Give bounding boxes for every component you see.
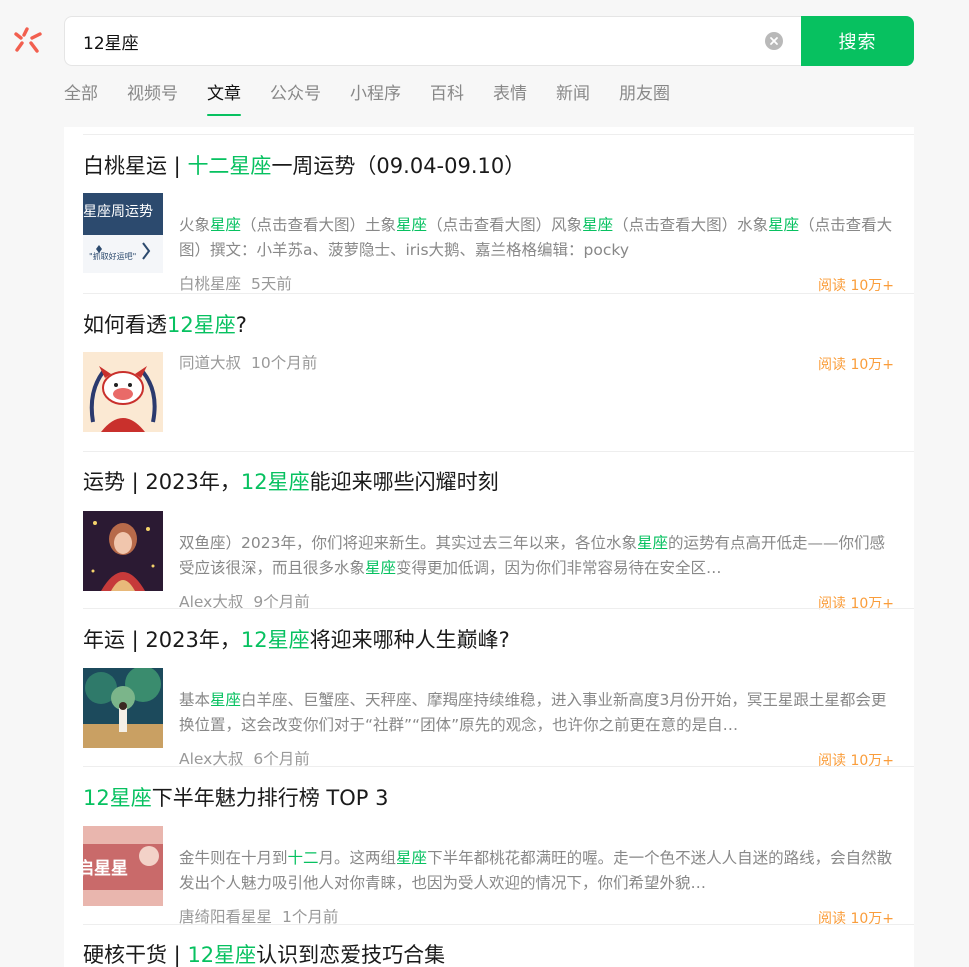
search-box: [64, 16, 801, 66]
result-item[interactable]: 运势 | 2023年，12星座能迎来哪些闪耀时刻 双鱼座）2023年，你们将迎来…: [83, 467, 894, 612]
thumbnail-subtext: "抓取好运吧": [89, 252, 137, 261]
result-item[interactable]: 硬核干货 | 12星座认识到恋爱技巧合集: [83, 940, 894, 967]
category-tabs: 全部 视频号 文章 公众号 小程序 百科 表情 新闻 朋友圈: [64, 82, 699, 118]
result-title[interactable]: 如何看透12星座?: [83, 310, 894, 340]
text-segment: 将迎来哪种人生巅峰?: [309, 628, 510, 652]
result-source[interactable]: 白桃星座: [179, 275, 241, 293]
tab-channels[interactable]: 视频号: [127, 82, 178, 116]
highlight-text: 星座: [396, 849, 428, 867]
highlight-text: 12星座: [187, 943, 257, 967]
result-item[interactable]: 12星座下半年魅力排行榜 TOP 3 启星星 金牛则在十月到十二月。这两组星座下…: [83, 783, 894, 927]
result-title[interactable]: 白桃星运 | 十二星座一周运势（09.04-09.10）: [83, 151, 894, 181]
divider: [83, 766, 914, 767]
divider: [83, 924, 914, 925]
divider: [83, 451, 914, 452]
text-segment: （点击查看大图）土象: [241, 216, 397, 234]
highlight-text: 星座: [210, 691, 242, 709]
thumbnail-text: 星座周运势: [83, 204, 153, 220]
result-title[interactable]: 12星座下半年魅力排行榜 TOP 3: [83, 783, 894, 813]
clear-search-icon[interactable]: [765, 32, 783, 50]
result-meta: 白桃星座 5天前: [179, 273, 302, 295]
highlight-text: 星座: [582, 216, 614, 234]
tab-all[interactable]: 全部: [64, 82, 98, 116]
text-segment: 白羊座、巨蟹座、天秤座、摩羯座持续维稳，进入事业新高度3月份开始，冥王星跟土星都…: [179, 691, 887, 734]
highlight-text: 星座: [768, 216, 800, 234]
result-source[interactable]: 同道大叔: [179, 354, 241, 372]
text-segment: 运势 | 2023年，: [83, 470, 241, 494]
text-segment: 变得更加低调，因为你们非常容易待在安全区…: [396, 559, 722, 577]
text-segment: 一周运势（09.04-09.10）: [271, 154, 526, 178]
result-item[interactable]: 年运 | 2023年，12星座将迎来哪种人生巅峰? 基本星座白羊座、巨蟹座、天秤…: [83, 625, 894, 769]
text-segment: 火象: [179, 216, 211, 234]
wechat-search-logo-icon[interactable]: [12, 26, 44, 58]
result-thumbnail[interactable]: 启星星: [83, 826, 163, 906]
read-count: 阅读 10万+: [818, 753, 894, 769]
result-meta: 同道大叔 10个月前: [179, 352, 327, 374]
highlight-text: 12星座: [240, 628, 310, 652]
highlight-text: 星座: [365, 559, 397, 577]
results-list: 白桃星运 | 十二星座一周运势（09.04-09.10） 星座周运势 "抓取好运…: [64, 127, 914, 967]
search-input[interactable]: [83, 17, 743, 65]
highlight-text: 星座: [636, 534, 668, 552]
text-segment: 能迎来哪些闪耀时刻: [309, 470, 499, 494]
text-segment: 认识到恋爱技巧合集: [256, 943, 446, 967]
highlight-text: 十二: [287, 849, 319, 867]
result-thumbnail[interactable]: [83, 668, 163, 748]
text-segment: （点击查看大图）水象: [613, 216, 769, 234]
result-time: 10个月前: [251, 354, 318, 372]
highlight-text: 12星座: [240, 470, 310, 494]
read-count: 阅读 10万+: [818, 596, 894, 612]
divider: [83, 134, 914, 135]
text-segment: 年运 | 2023年，: [83, 628, 241, 652]
text-segment: 白桃星运 |: [83, 154, 188, 178]
result-snippet: 火象星座（点击查看大图）土象星座（点击查看大图）风象星座（点击查看大图）水象星座…: [179, 213, 894, 263]
result-title[interactable]: 硬核干货 | 12星座认识到恋爱技巧合集: [83, 940, 894, 967]
text-segment: 如何看透: [83, 313, 167, 337]
tab-mini-programs[interactable]: 小程序: [350, 82, 401, 116]
text-segment: 基本: [179, 691, 211, 709]
result-item[interactable]: 如何看透12星座? 同道大叔 10个月前 阅读 10万+: [83, 310, 894, 432]
result-title[interactable]: 运势 | 2023年，12星座能迎来哪些闪耀时刻: [83, 467, 894, 497]
thumbnail-text: 启星星: [83, 859, 128, 879]
highlight-text: 星座: [210, 216, 242, 234]
tab-moments[interactable]: 朋友圈: [619, 82, 670, 116]
highlight-text: 星座: [396, 216, 428, 234]
text-segment: （点击查看大图）风象: [427, 216, 583, 234]
text-segment: 下半年魅力排行榜 TOP 3: [151, 786, 389, 810]
highlight-text: 12星座: [167, 313, 236, 337]
highlight-text: 12星座: [83, 786, 152, 810]
result-title[interactable]: 年运 | 2023年，12星座将迎来哪种人生巅峰?: [83, 625, 894, 655]
highlight-text: 十二星座: [187, 154, 272, 178]
divider: [83, 608, 914, 609]
tab-news[interactable]: 新闻: [556, 82, 590, 116]
search-button[interactable]: 搜索: [801, 16, 914, 66]
read-count: 阅读 10万+: [818, 357, 894, 373]
result-meta: Alex大叔 9个月前: [179, 591, 320, 613]
text-segment: 硬核干货 |: [83, 943, 188, 967]
text-segment: 双鱼座）2023年，你们将迎来新生。其实过去三年以来，各位水象: [179, 534, 637, 552]
tab-official-accounts[interactable]: 公众号: [270, 82, 321, 116]
result-snippet: 双鱼座）2023年，你们将迎来新生。其实过去三年以来，各位水象星座的运势有点高开…: [179, 531, 894, 581]
result-snippet: 基本星座白羊座、巨蟹座、天秤座、摩羯座持续维稳，进入事业新高度3月份开始，冥王星…: [179, 688, 894, 738]
result-snippet: 金牛则在十月到十二月。这两组星座下半年都桃花都满旺的喔。走一个色不迷人人自迷的路…: [179, 846, 894, 896]
tab-articles[interactable]: 文章: [207, 82, 241, 116]
read-count: 阅读 10万+: [818, 911, 894, 927]
result-thumbnail[interactable]: [83, 352, 163, 432]
result-thumbnail[interactable]: 星座周运势 "抓取好运吧": [83, 193, 163, 273]
text-segment: 月。这两组: [318, 849, 397, 867]
tab-stickers[interactable]: 表情: [493, 82, 527, 116]
result-time: 5天前: [251, 275, 292, 293]
text-segment: 金牛则在十月到: [179, 849, 288, 867]
divider: [83, 293, 914, 294]
result-thumbnail[interactable]: [83, 511, 163, 591]
result-item[interactable]: 白桃星运 | 十二星座一周运势（09.04-09.10） 星座周运势 "抓取好运…: [83, 151, 894, 294]
text-segment: ?: [235, 313, 247, 337]
tab-encyclopedia[interactable]: 百科: [430, 82, 464, 116]
